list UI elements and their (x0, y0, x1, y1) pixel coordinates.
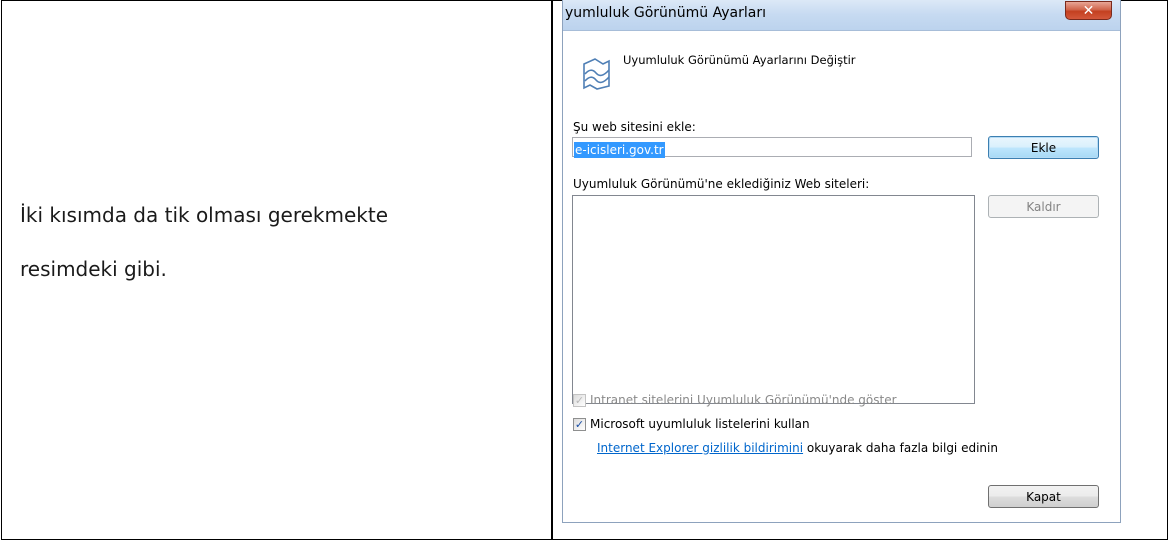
sites-list-label: Uyumluluk Görünümü'ne eklediğiniz Web si… (573, 177, 870, 191)
privacy-link[interactable]: Internet Explorer gizlilik bildirimini (597, 441, 803, 455)
compat-view-icon (583, 58, 610, 90)
dialog-content: Uyumluluk Görünümü Ayarlarını Değiştir Ş… (563, 31, 1120, 522)
close-button-label: Kapat (1026, 489, 1061, 504)
header-text: Uyumluluk Görünümü Ayarlarını Değiştir (623, 53, 856, 67)
remove-button[interactable]: Kaldır (988, 195, 1099, 218)
sites-list[interactable] (572, 195, 975, 404)
ms-lists-checkbox-label: Microsoft uyumluluk listelerini kullan (590, 417, 810, 431)
dialog-titlebar[interactable]: yumluluk Görünümü Ayarları ✕ (563, 0, 1120, 31)
table-divider (551, 1, 553, 539)
intranet-checkbox-row[interactable]: ✓ Intranet sitelerini Uyumluluk Görünümü… (573, 393, 897, 407)
instruction-note: İki kısımda da tik olması gerekmekte res… (20, 188, 520, 296)
add-button[interactable]: Ekle (988, 136, 1099, 159)
intranet-checkbox-label: Intranet sitelerini Uyumluluk Görünümü'n… (590, 393, 897, 407)
add-site-input-value: e-icisleri.gov.tr (574, 142, 665, 158)
close-button[interactable]: Kapat (988, 485, 1099, 508)
note-line-1: İki kısımda da tik olması gerekmekte (20, 203, 388, 227)
remove-button-label: Kaldır (1026, 199, 1061, 214)
add-site-label: Şu web sitesini ekle: (573, 120, 696, 134)
note-line-2: resimdeki gibi. (20, 257, 167, 281)
privacy-suffix: okuyarak daha fazla bilgi edinin (803, 441, 998, 455)
ms-lists-checkbox-row[interactable]: ✓ Microsoft uyumluluk listelerini kullan (573, 417, 810, 431)
dialog-title: yumluluk Görünümü Ayarları (565, 5, 766, 21)
close-icon: ✕ (1082, 2, 1095, 19)
add-site-input[interactable]: e-icisleri.gov.tr (572, 137, 972, 158)
close-window-button[interactable]: ✕ (1065, 1, 1112, 20)
privacy-row: Internet Explorer gizlilik bildirimini o… (597, 441, 998, 455)
compatibility-view-dialog: yumluluk Görünümü Ayarları ✕ Uyumluluk G… (562, 0, 1121, 523)
add-button-label: Ekle (1030, 140, 1057, 155)
ms-lists-checkbox[interactable]: ✓ (573, 417, 586, 431)
intranet-checkbox[interactable]: ✓ (573, 393, 586, 407)
